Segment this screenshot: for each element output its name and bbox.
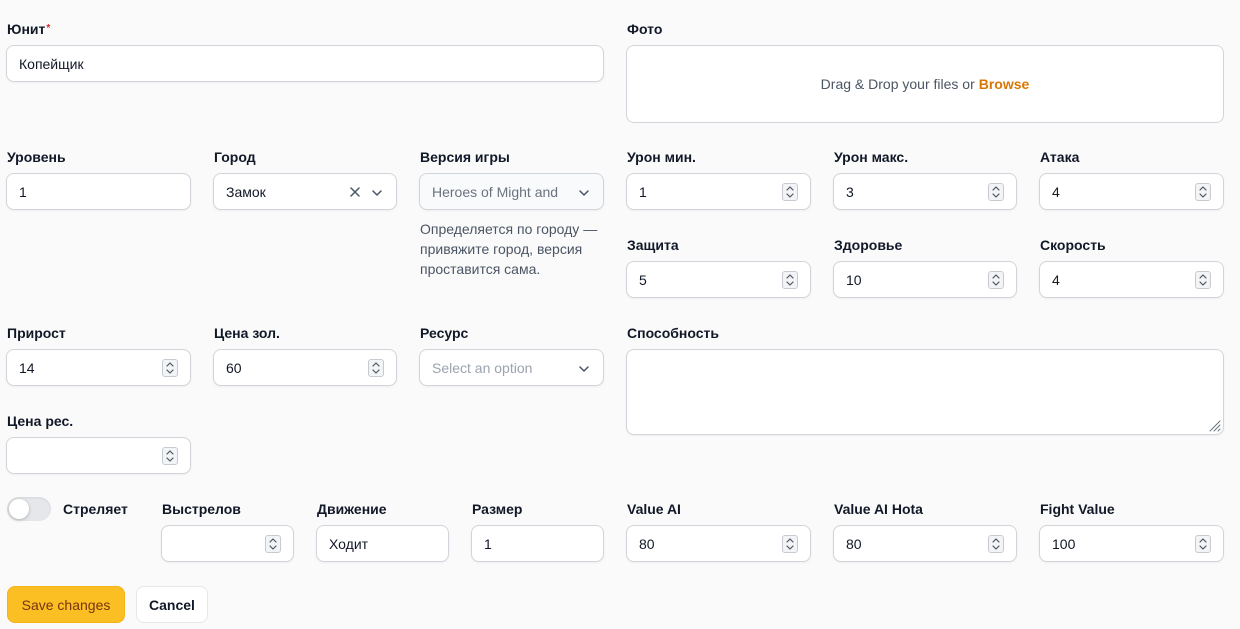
- damage-max-input[interactable]: 3: [833, 173, 1017, 210]
- damage-min-value: 1: [639, 183, 647, 200]
- unit-value: Копейщик: [19, 55, 84, 72]
- value-ai-value: 80: [639, 535, 655, 552]
- damage-max-label: Урон макс.: [834, 149, 909, 165]
- fight-value-input[interactable]: 100: [1039, 525, 1224, 562]
- speed-label: Скорость: [1040, 237, 1106, 253]
- shots-input[interactable]: [161, 525, 294, 562]
- size-label: Размер: [472, 501, 523, 517]
- growth-label: Прирост: [7, 325, 66, 341]
- growth-value: 14: [19, 359, 35, 376]
- size-value: 1: [484, 535, 492, 552]
- level-input[interactable]: 1: [6, 173, 191, 210]
- photo-label: Фото: [627, 21, 663, 37]
- spinner-icon[interactable]: [1195, 535, 1211, 553]
- resource-label: Ресурс: [420, 325, 469, 341]
- photo-dropzone[interactable]: Drag & Drop your files or Browse: [626, 45, 1224, 123]
- spinner-icon[interactable]: [988, 183, 1004, 201]
- damage-min-label: Урон мин.: [627, 149, 696, 165]
- damage-max-value: 3: [846, 183, 854, 200]
- spinner-icon[interactable]: [988, 535, 1004, 553]
- gold-price-value: 60: [226, 359, 242, 376]
- attack-value: 4: [1052, 183, 1060, 200]
- save-changes-button[interactable]: Save changes: [7, 586, 125, 623]
- spinner-icon[interactable]: [162, 359, 178, 377]
- spinner-icon[interactable]: [782, 271, 798, 289]
- city-label: Город: [214, 149, 256, 165]
- damage-min-input[interactable]: 1: [626, 173, 811, 210]
- value-ai-label: Value AI: [627, 501, 681, 517]
- defense-input[interactable]: 5: [626, 261, 811, 298]
- health-value: 10: [846, 271, 862, 288]
- gold-price-input[interactable]: 60: [213, 349, 397, 386]
- spinner-icon[interactable]: [368, 359, 384, 377]
- shooter-label: Стреляет: [63, 501, 128, 517]
- ability-textarea[interactable]: [626, 349, 1224, 435]
- value-ai-hota-label: Value AI Hota: [834, 501, 923, 517]
- attack-label: Атака: [1040, 149, 1080, 165]
- fight-value-value: 100: [1052, 535, 1076, 552]
- level-label: Уровень: [7, 149, 66, 165]
- spinner-icon[interactable]: [782, 183, 798, 201]
- game-version-hint: Определяется по городу — привяжите город…: [420, 221, 598, 277]
- defense-value: 5: [639, 271, 647, 288]
- value-ai-hota-input[interactable]: 80: [833, 525, 1017, 562]
- movement-label: Движение: [317, 501, 387, 517]
- chevron-down-icon: [579, 190, 589, 196]
- dropzone-text: Drag & Drop your files or: [820, 76, 975, 92]
- speed-value: 4: [1052, 271, 1060, 288]
- health-input[interactable]: 10: [833, 261, 1017, 298]
- resource-price-input[interactable]: [6, 437, 191, 474]
- attack-input[interactable]: 4: [1039, 173, 1224, 210]
- fight-value-label: Fight Value: [1040, 501, 1115, 517]
- defense-label: Защита: [627, 237, 679, 253]
- movement-value: Ходит: [329, 535, 369, 552]
- chevron-down-icon[interactable]: [370, 186, 384, 200]
- growth-input[interactable]: 14: [6, 349, 191, 386]
- gold-price-label: Цена зол.: [214, 325, 280, 341]
- speed-input[interactable]: 4: [1039, 261, 1224, 298]
- resize-handle-icon[interactable]: [1207, 418, 1221, 432]
- resource-placeholder: Select an option: [432, 359, 533, 376]
- spinner-icon[interactable]: [1195, 183, 1211, 201]
- city-select[interactable]: Замок: [213, 173, 397, 210]
- game-version-label: Версия игры: [420, 149, 510, 165]
- spinner-icon[interactable]: [162, 447, 178, 465]
- required-marker: *: [46, 23, 51, 34]
- cancel-button[interactable]: Cancel: [136, 586, 208, 623]
- shots-label: Выстрелов: [162, 501, 241, 517]
- shooter-toggle[interactable]: [7, 497, 51, 521]
- unit-input[interactable]: Копейщик: [6, 45, 604, 82]
- unit-label: Юнит*: [7, 21, 51, 37]
- ability-label: Способность: [627, 325, 719, 341]
- game-version-value: Heroes of Might and: [432, 183, 559, 200]
- browse-link[interactable]: Browse: [979, 76, 1030, 92]
- resource-price-label: Цена рес.: [7, 413, 74, 429]
- health-label: Здоровье: [834, 237, 903, 253]
- chevron-down-icon[interactable]: [577, 362, 591, 376]
- value-ai-hota-value: 80: [846, 535, 862, 552]
- toggle-knob: [9, 499, 29, 519]
- size-input[interactable]: 1: [471, 525, 604, 562]
- value-ai-input[interactable]: 80: [626, 525, 811, 562]
- spinner-icon[interactable]: [782, 535, 798, 553]
- game-version-select: Heroes of Might and: [419, 173, 604, 210]
- resource-select[interactable]: Select an option: [419, 349, 604, 386]
- clear-icon[interactable]: [348, 185, 362, 199]
- spinner-icon[interactable]: [988, 271, 1004, 289]
- spinner-icon[interactable]: [1195, 271, 1211, 289]
- movement-input[interactable]: Ходит: [316, 525, 449, 562]
- spinner-icon[interactable]: [265, 535, 281, 553]
- level-value: 1: [19, 183, 27, 200]
